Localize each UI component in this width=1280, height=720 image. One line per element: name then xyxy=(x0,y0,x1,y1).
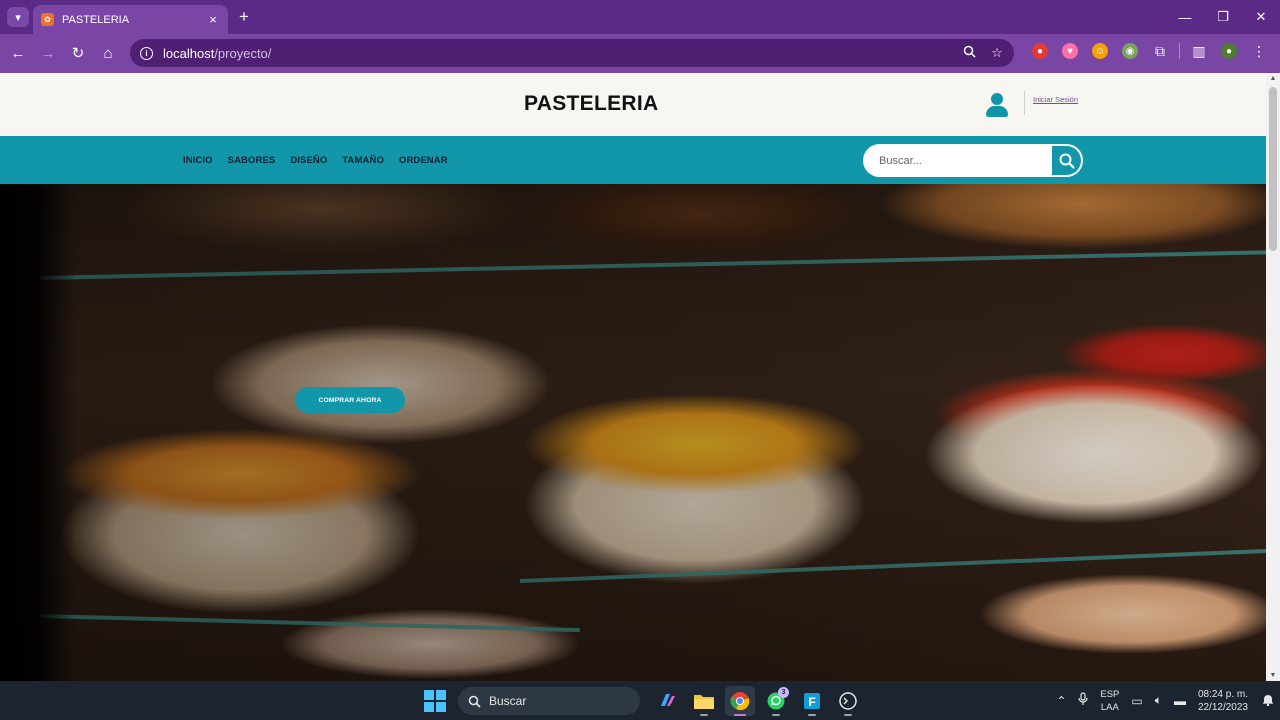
volume-icon[interactable]: 🔈︎ xyxy=(1155,693,1162,708)
taskbar-search-label: Buscar xyxy=(489,694,527,708)
toolbar-divider xyxy=(1179,43,1180,59)
hero-image-overlay xyxy=(0,184,1266,681)
menu-item-ordenar[interactable]: ORDENAR xyxy=(399,155,448,166)
windows-taskbar: Buscar 3 F ⌃ ESP LAA ▭ 🔈︎ ▬ 08:24 p. m. … xyxy=(0,681,1280,720)
address-bar[interactable]: i localhost/proyecto/ ☆ xyxy=(130,39,1014,67)
extension-red-icon[interactable]: ● xyxy=(1032,43,1048,59)
notifications-bell-icon[interactable] xyxy=(1262,693,1274,709)
site-info-icon[interactable]: i xyxy=(140,46,153,60)
github-desktop-icon[interactable] xyxy=(833,686,863,716)
site-header: PASTELERIA Iniciar Sesión xyxy=(0,73,1266,136)
close-tab-icon[interactable]: × xyxy=(206,12,220,27)
maximize-icon[interactable]: ❐ xyxy=(1204,0,1242,34)
hero-banner: COMPRAR AHORA xyxy=(0,184,1266,681)
browser-toolbar: ← → ↻ ⌂ i localhost/proyecto/ ☆ ● ♥ ☺ ◉ … xyxy=(0,34,1280,73)
page-scrollbar[interactable]: ▲ ▼ xyxy=(1266,73,1280,681)
side-panel-icon[interactable]: ▥ xyxy=(1191,43,1207,59)
extensions-area: ● ♥ ☺ ◉ ⧉ ▥ ● ⋮ xyxy=(1025,43,1274,59)
forward-icon[interactable]: → xyxy=(37,42,59,64)
tab-search-icon[interactable]: ▾ xyxy=(7,7,29,27)
taskbar-search[interactable]: Buscar xyxy=(458,687,640,715)
whatsapp-badge: 3 xyxy=(778,687,789,698)
chrome-menu-icon[interactable]: ⋮ xyxy=(1251,43,1267,59)
svg-text:F: F xyxy=(808,695,815,709)
search-input[interactable] xyxy=(863,144,1051,177)
main-navbar: INICIO SABORES DISEÑO TAMAÑO ORDENAR xyxy=(0,136,1266,184)
buy-now-button[interactable]: COMPRAR AHORA xyxy=(295,387,405,413)
page-viewport: PASTELERIA Iniciar Sesión INICIO SABORES… xyxy=(0,73,1266,681)
windows-start-icon[interactable] xyxy=(424,690,446,712)
scroll-thumb[interactable] xyxy=(1269,87,1277,251)
extensions-puzzle-icon[interactable]: ⧉ xyxy=(1152,43,1168,59)
tray-overflow-icon[interactable]: ⌃ xyxy=(1056,694,1066,708)
whatsapp-icon[interactable]: 3 xyxy=(761,686,791,716)
input-language[interactable]: ESP LAA xyxy=(1100,688,1119,714)
taskbar-apps: Buscar 3 F xyxy=(424,686,866,716)
tab-title: PASTELERIA xyxy=(62,13,130,26)
profile-avatar[interactable]: ● xyxy=(1221,43,1237,59)
file-explorer-icon[interactable] xyxy=(689,686,719,716)
taskbar-clock[interactable]: 08:24 p. m. 22/12/2023 xyxy=(1198,688,1248,714)
bookmark-star-icon[interactable]: ☆ xyxy=(990,45,1004,61)
xampp-icon: ✿ xyxy=(41,13,54,26)
browser-titlebar: ▾ ✿ PASTELERIA × + — ❐ ✕ xyxy=(0,0,1280,34)
search-icon xyxy=(1059,153,1075,169)
menu-item-sabores[interactable]: SABORES xyxy=(228,155,276,166)
extension-heart-icon[interactable]: ♥ xyxy=(1062,43,1078,59)
login-link[interactable]: Iniciar Sesión xyxy=(1033,95,1078,104)
site-search xyxy=(863,144,1083,177)
user-icon[interactable] xyxy=(986,93,1008,117)
network-icon[interactable]: ▭ xyxy=(1131,694,1142,708)
menu-item-diseno[interactable]: DISEÑO xyxy=(290,155,327,166)
chrome-taskbar-icon[interactable] xyxy=(725,686,755,716)
minimize-icon[interactable]: — xyxy=(1166,0,1204,34)
microphone-icon[interactable] xyxy=(1078,692,1088,709)
search-icon xyxy=(468,695,481,708)
extension-owl-icon[interactable]: ◉ xyxy=(1122,43,1138,59)
forms-app-icon[interactable]: F xyxy=(797,686,827,716)
browser-tab[interactable]: ✿ PASTELERIA × xyxy=(33,5,228,34)
menu-item-inicio[interactable]: INICIO xyxy=(183,155,213,166)
menu-item-tamano[interactable]: TAMAÑO xyxy=(342,155,384,166)
battery-icon[interactable]: ▬ xyxy=(1174,694,1186,708)
home-icon[interactable]: ⌂ xyxy=(97,42,119,64)
search-button[interactable] xyxy=(1052,146,1081,175)
back-icon[interactable]: ← xyxy=(7,42,29,64)
scroll-up-icon[interactable]: ▲ xyxy=(1269,75,1277,82)
window-controls: — ❐ ✕ xyxy=(1166,0,1280,34)
reload-icon[interactable]: ↻ xyxy=(67,42,89,64)
extension-face-icon[interactable]: ☺ xyxy=(1092,43,1108,59)
main-menu: INICIO SABORES DISEÑO TAMAÑO ORDENAR xyxy=(183,155,463,166)
close-window-icon[interactable]: ✕ xyxy=(1242,0,1280,34)
zoom-icon[interactable] xyxy=(962,45,976,61)
site-brand[interactable]: PASTELERIA xyxy=(524,92,658,116)
url-text[interactable]: localhost/proyecto/ xyxy=(163,46,948,61)
header-divider xyxy=(1024,91,1025,115)
new-tab-button[interactable]: + xyxy=(235,7,253,27)
scroll-down-icon[interactable]: ▼ xyxy=(1269,672,1277,679)
copilot-icon[interactable] xyxy=(653,686,683,716)
system-tray: ⌃ ESP LAA ▭ 🔈︎ ▬ 08:24 p. m. 22/12/2023 xyxy=(1050,681,1280,720)
